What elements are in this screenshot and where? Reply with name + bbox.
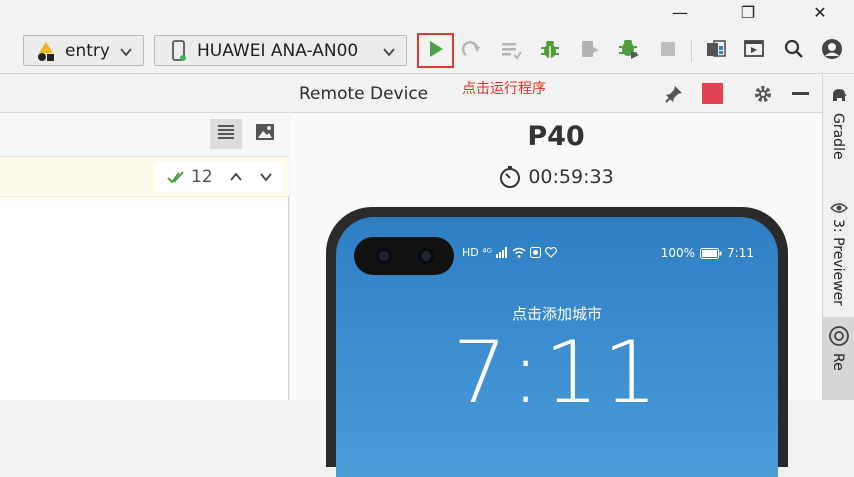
project-structure-button[interactable] [703,38,729,64]
remote-device-tab[interactable]: Re [823,317,854,400]
double-check-icon [167,169,187,185]
signal-bars-icon [496,247,508,258]
lock-screen-clock: 7:11 [452,323,662,423]
status-time: 7:11 [727,246,754,260]
stop-icon [659,40,677,62]
remote-tab-label: Re [830,353,846,371]
inspections-widget[interactable]: 12 [155,162,283,192]
chevron-up-icon [229,172,242,181]
heart-icon [545,247,558,258]
phone-screen[interactable]: HD ⁴ᴳ 100% 7:11 点击添加城市 7:11 [336,217,778,477]
settings-button[interactable] [752,83,774,109]
preview-button[interactable] [741,38,767,64]
editor-secondary-toolbar [0,113,289,157]
stop-device-button[interactable] [702,83,723,104]
restore-button[interactable]: ❐ [718,0,778,24]
pin-icon [665,86,682,103]
module-select-value: entry [65,40,110,61]
pin-button[interactable] [664,84,684,108]
restore-icon: ❐ [740,2,756,22]
lines-icon [217,124,235,144]
timer-value: 00:59:33 [528,166,614,188]
front-camera-cutout [354,237,454,275]
search-button[interactable] [781,38,807,64]
close-icon: ✕ [813,2,827,22]
device-select-value: HUAWEI ANA-AN00 [197,40,359,61]
status-bar-right: 100% 7:11 [661,246,754,260]
rerun-button[interactable] [458,38,484,64]
code-view-button[interactable] [210,119,242,149]
profile-bug-icon [618,38,640,64]
account-icon [821,38,843,64]
camera-lens [376,248,392,264]
profile-button[interactable] [616,38,642,64]
main-toolbar: entry HUAWEI ANA-AN00 [0,28,854,74]
attach-debugger-icon [579,38,601,64]
module-icon [35,40,57,62]
run-button[interactable] [417,33,454,68]
apply-changes-icon [500,38,522,64]
search-icon [784,39,804,63]
next-highlight-button[interactable] [259,170,273,184]
minimize-button[interactable]: — [650,0,710,24]
phone-frame: HD ⁴ᴳ 100% 7:11 点击添加城市 7:11 [326,207,788,477]
battery-percent: 100% [660,246,696,260]
wifi-icon [512,247,526,258]
project-structure-icon [705,38,727,64]
device-select[interactable]: HUAWEI ANA-AN00 [154,35,407,66]
gradle-elephant-icon [830,87,848,107]
previewer-tab[interactable]: 3: Previewer [830,219,846,306]
camera-lens [418,248,434,264]
editor-tab-bar [0,75,289,113]
run-annotation: 点击运行程序 [462,81,546,97]
rerun-icon [460,38,482,64]
stopwatch-icon [498,165,522,189]
run-icon [427,40,445,62]
gradle-tab[interactable]: Gradle [830,113,846,160]
minimize-icon: — [672,2,688,22]
right-tool-strip: Gradle 3: Previewer Re [822,75,854,400]
add-city-prompt[interactable]: 点击添加城市 [336,303,778,324]
panel-title: Remote Device [299,84,429,104]
toolbar-separator [691,40,692,62]
close-window-button[interactable]: ✕ [790,0,850,24]
device-name: P40 [527,121,585,152]
notification-icon [530,247,542,258]
editor-panel: 12 [0,75,289,400]
signal-indicator: HD ⁴ᴳ [462,246,493,259]
preview-icon [743,38,765,64]
inspections-count: 12 [191,167,213,187]
remote-device-header: Remote Device 点击运行程序 [290,75,822,113]
module-select[interactable]: entry [23,35,144,66]
chevron-down-icon [119,44,133,64]
phone-device-icon [171,39,187,62]
account-button[interactable] [819,38,845,64]
minimize-panel-button[interactable] [792,92,809,95]
remote-device-panel: Remote Device 点击运行程序 P40 00:59:33 HD ⁴ᴳ [290,75,822,477]
image-icon [255,123,275,145]
session-timer: 00:59:33 [290,165,822,189]
previous-highlight-button[interactable] [229,170,243,184]
status-bar-left: HD ⁴ᴳ [462,246,558,259]
attach-debugger-button[interactable] [577,38,603,64]
image-view-button[interactable] [250,119,280,149]
debug-button[interactable] [537,38,563,64]
chevron-down-icon [382,44,396,64]
current-line-highlight: 12 [0,157,289,197]
gear-icon [755,86,771,102]
chevron-down-icon [259,173,272,182]
debug-bug-icon [539,38,561,64]
remote-device-icon [828,325,850,351]
eye-icon [829,199,849,218]
stop-button[interactable] [655,38,681,64]
battery-icon [700,247,722,259]
apply-changes-button[interactable] [498,38,524,64]
